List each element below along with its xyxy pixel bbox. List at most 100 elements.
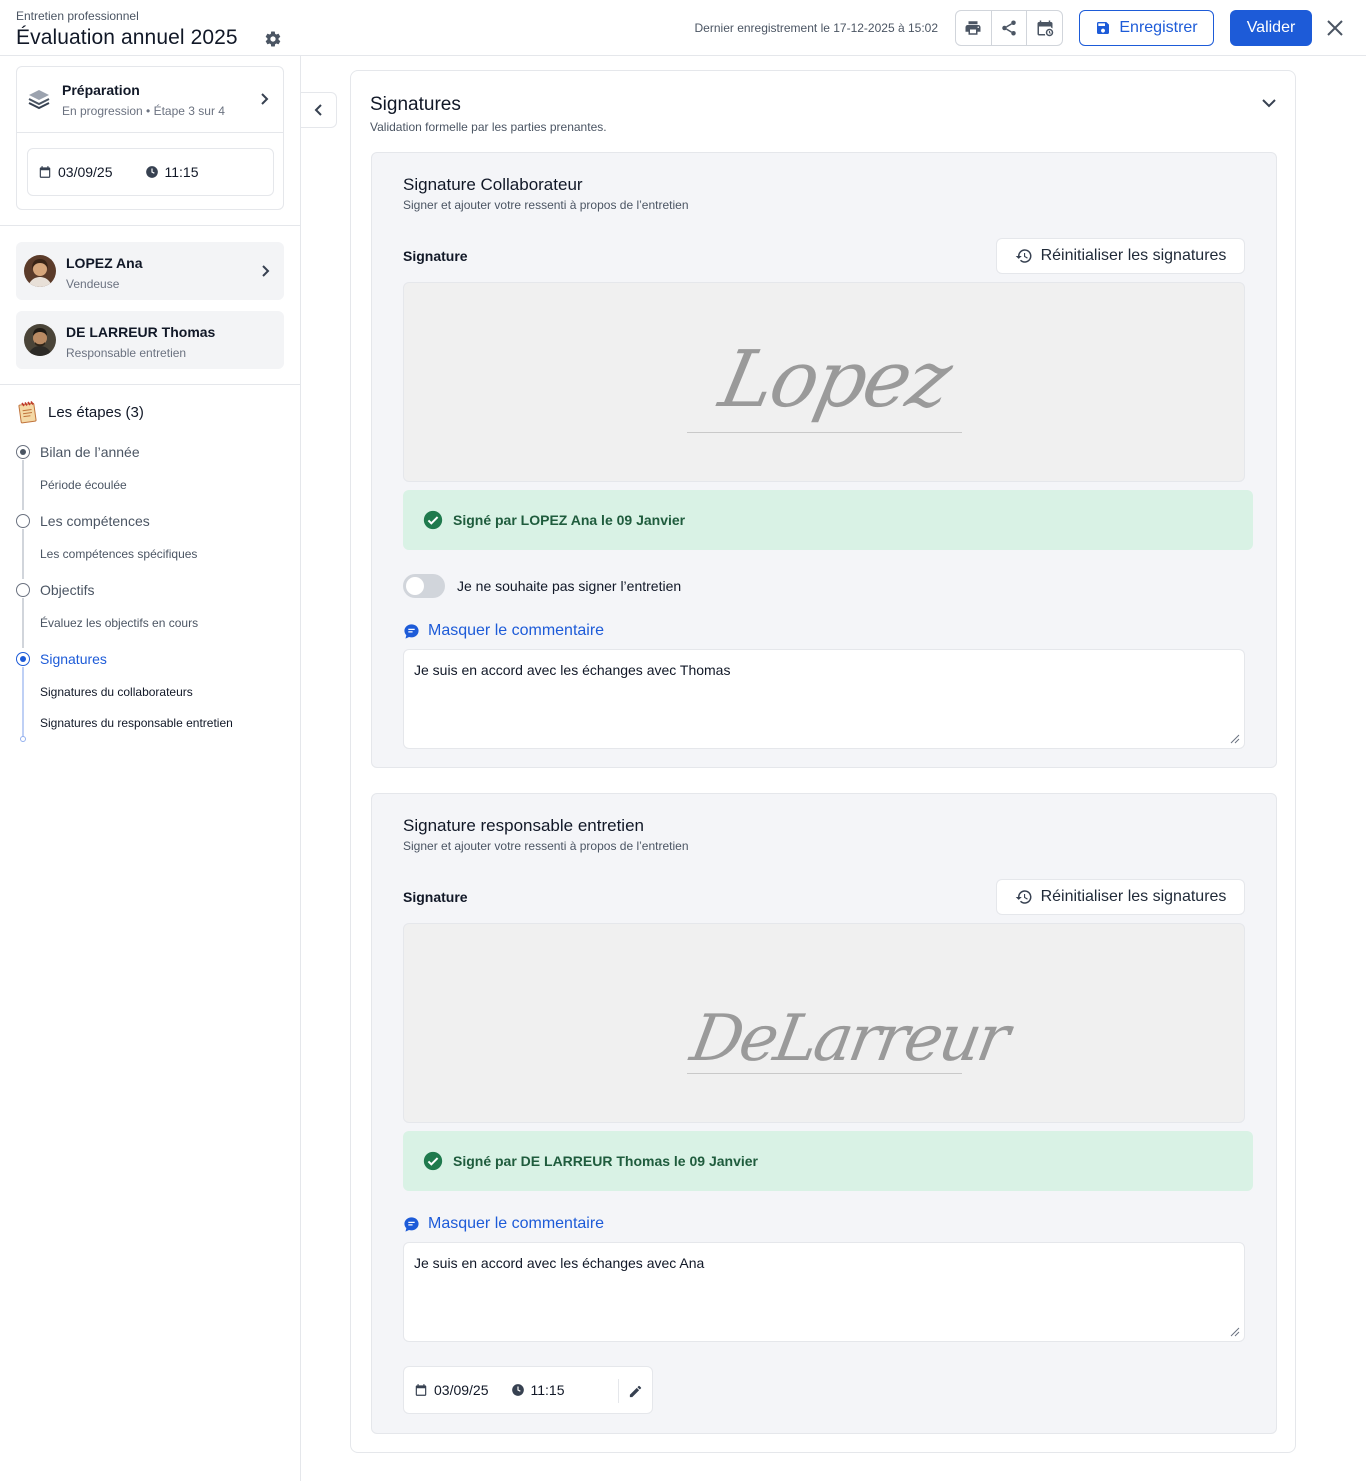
person-name: DE LARREUR Thomas xyxy=(66,324,216,340)
steps-header: Les étapes (3) xyxy=(16,400,144,424)
comment-textarea[interactable]: Je suis en accord avec les échanges avec… xyxy=(403,1242,1245,1342)
hide-comment-link[interactable]: Masquer le commentaire xyxy=(403,622,604,640)
step-bilan[interactable]: Bilan de l’année xyxy=(16,444,140,460)
date-display: 03/09/25 xyxy=(38,164,113,180)
timeline-line xyxy=(22,598,24,648)
signature-datetime[interactable]: 03/09/25 11:15 xyxy=(403,1366,653,1414)
chevron-left-icon xyxy=(314,104,322,116)
close-icon[interactable] xyxy=(1325,18,1345,38)
step-radio xyxy=(16,514,30,528)
signature-baseline xyxy=(687,432,962,433)
chevron-right-icon xyxy=(261,93,269,105)
reset-signatures-button[interactable]: Réinitialiser les signatures xyxy=(996,879,1245,915)
time-display: 11:15 xyxy=(511,1382,565,1398)
comment-toggle-label: Masquer le commentaire xyxy=(428,1215,605,1232)
chevron-down-icon[interactable] xyxy=(1261,97,1277,109)
block-title: Signature responsable entretien xyxy=(403,816,644,835)
step-label: Signatures xyxy=(40,651,107,667)
timeline-end-dot xyxy=(20,736,26,742)
avatar xyxy=(24,255,56,287)
page-title: Évaluation annuel 2025 xyxy=(16,26,238,49)
date-display: 03/09/25 xyxy=(414,1382,489,1398)
signed-text: Signé par LOPEZ Ana le 09 Janvier xyxy=(453,512,686,528)
preparation-title: Préparation xyxy=(62,82,140,98)
signature-drawing: Lopez xyxy=(712,335,958,425)
step-radio xyxy=(16,652,30,666)
comment-textarea[interactable]: Je suis en accord avec les échanges avec… xyxy=(403,649,1245,749)
comment-icon xyxy=(404,1216,419,1232)
sidebar: Préparation En progression • Étape 3 sur… xyxy=(0,56,301,1481)
collapse-sidebar-button[interactable] xyxy=(301,92,337,128)
substep-signature-responsable[interactable]: Signatures du responsable entretien xyxy=(40,716,233,730)
substep-objectifs[interactable]: Évaluez les objectifs en cours xyxy=(40,616,198,630)
block-title: Signature Collaborateur xyxy=(403,175,583,194)
last-saved-text: Dernier enregistrement le 17-12-2025 à 1… xyxy=(694,21,938,35)
substep-periode[interactable]: Période écoulée xyxy=(40,478,127,492)
comment-text: Je suis en accord avec les échanges avec… xyxy=(414,662,731,678)
history-icon xyxy=(1015,249,1032,263)
preparation-datetime[interactable]: 03/09/25 11:15 xyxy=(27,148,274,196)
validate-button[interactable]: Valider xyxy=(1230,10,1312,46)
comment-toggle-label: Masquer le commentaire xyxy=(428,622,605,639)
notepad-icon xyxy=(18,401,37,424)
step-label: Les compétences xyxy=(40,513,150,529)
substep-competences[interactable]: Les compétences spécifiques xyxy=(40,547,197,561)
save-icon xyxy=(1097,22,1110,34)
person-role: Responsable entretien xyxy=(66,346,187,360)
share-button[interactable] xyxy=(992,11,1028,45)
step-label: Bilan de l’année xyxy=(40,444,140,460)
timeline-line xyxy=(22,460,24,510)
chevron-right-icon xyxy=(262,265,270,277)
signed-confirmation: Signé par LOPEZ Ana le 09 Janvier xyxy=(403,490,1253,550)
person-role: Vendeuse xyxy=(66,277,120,291)
section-subtitle: Validation formelle par les parties pren… xyxy=(370,120,607,134)
decline-label: Je ne souhaite pas signer l’entretien xyxy=(457,578,682,594)
manager-signature-block: Signature responsable entretien Signer e… xyxy=(371,793,1277,1434)
toggle-knob xyxy=(406,577,424,595)
person-card-collaborator[interactable]: LOPEZ Ana Vendeuse xyxy=(16,242,284,300)
signature-pad[interactable]: DeLarreur xyxy=(403,923,1245,1123)
hide-comment-link[interactable]: Masquer le commentaire xyxy=(403,1215,604,1233)
page-subtitle: Entretien professionnel xyxy=(16,9,139,23)
edit-datetime-button[interactable] xyxy=(618,1379,652,1403)
calendar-clock-icon xyxy=(1037,20,1053,37)
share-icon xyxy=(1002,20,1016,36)
signature-drawing: DeLarreur xyxy=(685,1002,1013,1076)
printer-icon xyxy=(965,21,981,35)
step-signatures[interactable]: Signatures xyxy=(16,651,107,667)
person-name: LOPEZ Ana xyxy=(66,255,143,271)
date-value: 03/09/25 xyxy=(434,1382,489,1398)
decline-signature-toggle[interactable] xyxy=(403,574,445,598)
step-competences[interactable]: Les compétences xyxy=(16,513,150,529)
person-card-manager[interactable]: DE LARREUR Thomas Responsable entretien xyxy=(16,311,284,369)
collaborator-signature-block: Signature Collaborateur Signer et ajoute… xyxy=(371,152,1277,768)
print-button[interactable] xyxy=(956,11,992,45)
schedule-button[interactable] xyxy=(1027,11,1062,45)
history-icon xyxy=(1015,890,1032,904)
section-title: Signatures xyxy=(370,94,461,115)
substep-signature-collaborateurs[interactable]: Signatures du collaborateurs xyxy=(40,685,193,699)
divider xyxy=(0,384,300,385)
signed-text: Signé par DE LARREUR Thomas le 09 Janvie… xyxy=(453,1153,758,1169)
reset-label: Réinitialiser les signatures xyxy=(1040,888,1227,905)
block-subtitle: Signer et ajouter votre ressenti à propo… xyxy=(403,198,689,212)
signatures-section: Signatures Validation formelle par les p… xyxy=(350,70,1296,1453)
gear-icon[interactable] xyxy=(264,30,282,48)
preparation-status: En progression • Étape 3 sur 4 xyxy=(62,104,225,118)
calendar-icon xyxy=(415,1384,427,1396)
step-objectifs[interactable]: Objectifs xyxy=(16,582,94,598)
save-button[interactable]: Enregistrer xyxy=(1079,10,1214,46)
layers-icon xyxy=(28,90,50,110)
decline-signature-row: Je ne souhaite pas signer l’entretien xyxy=(403,574,681,598)
time-value: 11:15 xyxy=(530,1382,565,1398)
check-circle-icon xyxy=(423,510,443,530)
preparation-header[interactable]: Préparation En progression • Étape 3 sur… xyxy=(17,67,283,133)
signature-pad[interactable]: Lopez xyxy=(403,282,1245,482)
signed-confirmation: Signé par DE LARREUR Thomas le 09 Janvie… xyxy=(403,1131,1253,1191)
clock-icon xyxy=(511,1384,524,1396)
avatar xyxy=(24,324,56,356)
step-radio xyxy=(16,445,30,459)
resize-handle-icon[interactable] xyxy=(1230,734,1240,744)
resize-handle-icon[interactable] xyxy=(1230,1327,1240,1337)
reset-signatures-button[interactable]: Réinitialiser les signatures xyxy=(996,238,1245,274)
